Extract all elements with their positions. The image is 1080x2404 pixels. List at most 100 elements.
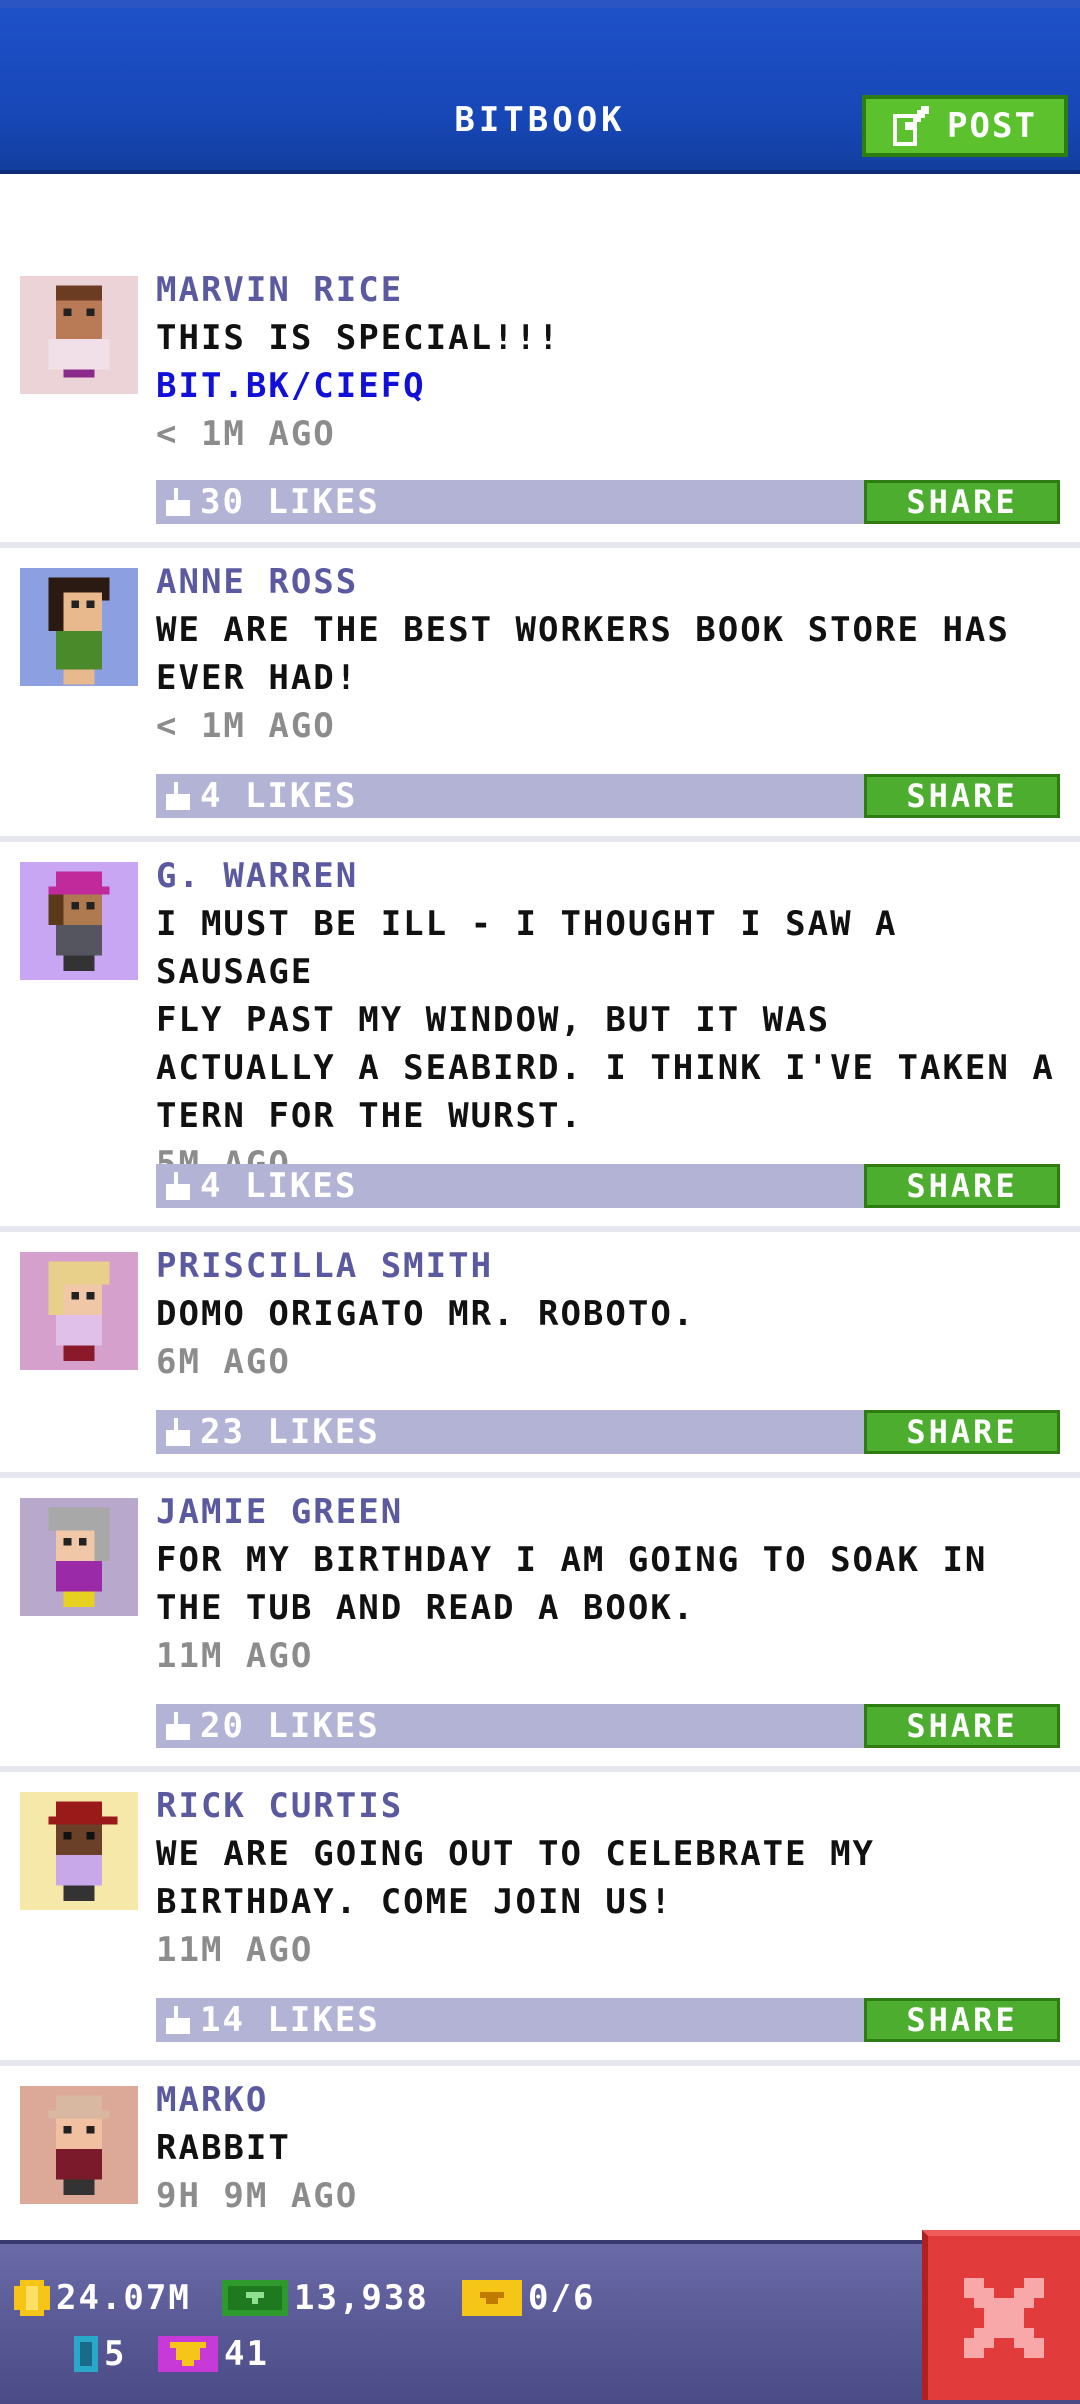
like-bar: 30 LIKES SHARE [156,480,1060,524]
avatar[interactable] [20,1792,138,1910]
like-bar: 14 LIKES SHARE [156,1998,1060,2042]
post-text: ACTUALLY A SEABIRD. I THINK I'VE TAKEN A [156,1048,1055,1088]
like-bar: 20 LIKES SHARE [156,1704,1060,1748]
post-author[interactable]: ANNE ROSS [156,558,1060,606]
post-button-label: POST [947,106,1037,146]
post-text: TERN FOR THE WURST. [156,1096,583,1136]
bitizen-icon [74,2336,98,2372]
resource-bar: 24.07M 13,938 0/6 5 41 [0,2240,1080,2404]
feed-post: MARVIN RICE THIS IS SPECIAL!!! BIT.BK/CI… [0,174,1080,548]
thumbs-up-icon [166,782,190,810]
post-author[interactable]: MARVIN RICE [156,266,1060,314]
post-text: FOR MY BIRTHDAY I AM GOING TO SOAK IN [156,1540,988,1580]
post-link[interactable]: BIT.BK/CIEFQ [156,362,1060,410]
ticket-icon [462,2280,522,2316]
coin-icon [14,2280,50,2316]
bitizen-avatar-icon [48,1507,110,1607]
thumbs-up-icon [166,1172,190,1200]
like-count: 4 LIKES [200,1166,358,1206]
bitizen-avatar-icon [48,1261,110,1361]
post-time: 11M AGO [156,1930,314,1970]
like-count: 23 LIKES [200,1412,380,1452]
bitizen-avatar-icon [48,285,110,378]
thumbs-up-icon [166,2006,190,2034]
post-text: DOMO ORIGATO MR. ROBOTO. [156,1294,696,1334]
like-bar: 4 LIKES SHARE [156,1164,1060,1208]
bux-stat: 13,938 [222,2278,429,2318]
like-count: 30 LIKES [200,482,380,522]
like-button[interactable]: 4 LIKES [166,774,357,818]
like-button[interactable]: 23 LIKES [166,1410,380,1454]
close-button[interactable] [922,2230,1080,2400]
post-author[interactable]: PRISCILLA SMITH [156,1242,1060,1290]
feed-post: PRISCILLA SMITH DOMO ORIGATO MR. ROBOTO.… [0,1232,1080,1478]
bits-value: 5 [104,2334,127,2374]
like-count: 20 LIKES [200,1706,380,1746]
share-button[interactable]: SHARE [864,480,1060,524]
post-text: BIRTHDAY. COME JOIN US! [156,1882,673,1922]
avatar[interactable] [20,862,138,980]
feed-post: RICK CURTIS WE ARE GOING OUT TO CELEBRAT… [0,1772,1080,2066]
share-button[interactable]: SHARE [864,1410,1060,1454]
vip-icon [158,2336,218,2372]
post-time: < 1M AGO [156,414,336,454]
feed-post: JAMIE GREEN FOR MY BIRTHDAY I AM GOING T… [0,1478,1080,1772]
bitizen-avatar-icon [48,1801,118,1901]
feed-post: MARKO RABBIT 9H 9M AGO [0,2066,1080,2266]
vip-value: 41 [224,2334,269,2374]
like-button[interactable]: 4 LIKES [166,1164,357,1208]
bits-stat: 5 [74,2334,126,2374]
post-text: THE TUB AND READ A BOOK. [156,1588,696,1628]
like-count: 4 LIKES [200,776,358,816]
avatar[interactable] [20,1252,138,1370]
like-button[interactable]: 20 LIKES [166,1704,380,1748]
post-text: I MUST BE ILL - I THOUGHT I SAW A SAUSAG… [156,904,898,992]
avatar[interactable] [20,2086,138,2204]
post-author[interactable]: MARKO [156,2076,1060,2124]
post-text: WE ARE GOING OUT TO CELEBRATE MY [156,1834,876,1874]
post-time: 11M AGO [156,1636,314,1676]
post-author[interactable]: G. WARREN [156,852,1060,900]
feed-post: ANNE ROSS WE ARE THE BEST WORKERS BOOK S… [0,548,1080,842]
share-button[interactable]: SHARE [864,1164,1060,1208]
post-edit-icon [893,106,930,146]
bitizen-avatar-icon [48,2095,110,2195]
like-bar: 4 LIKES SHARE [156,774,1060,818]
thumbs-up-icon [166,1418,190,1446]
tickets-value: 0/6 [528,2278,596,2318]
avatar[interactable] [20,1498,138,1616]
share-button[interactable]: SHARE [864,774,1060,818]
app-header: BITBOOK POST [0,0,1080,174]
thumbs-up-icon [166,488,190,516]
like-button[interactable]: 14 LIKES [166,1998,380,2042]
post-text: FLY PAST MY WINDOW, BUT IT WAS [156,1000,831,1040]
post-text: WE ARE THE BEST WORKERS BOOK STORE HAS [156,610,1010,650]
post-button[interactable]: POST [862,95,1068,157]
post-time: 9H 9M AGO [156,2176,359,2216]
post-author[interactable]: JAMIE GREEN [156,1488,1060,1536]
tickets-stat: 0/6 [462,2278,595,2318]
feed-post: G. WARREN I MUST BE ILL - I THOUGHT I SA… [0,842,1080,1232]
avatar[interactable] [20,276,138,394]
share-button[interactable]: SHARE [864,1998,1060,2042]
coins-stat: 24.07M [14,2278,191,2318]
bux-icon [222,2280,288,2316]
like-bar: 23 LIKES SHARE [156,1410,1060,1454]
post-time: < 1M AGO [156,706,336,746]
bitizen-avatar-icon [48,577,110,685]
vip-stat: 41 [158,2334,269,2374]
post-text: EVER HAD! [156,658,359,698]
share-button[interactable]: SHARE [864,1704,1060,1748]
bux-value: 13,938 [294,2278,429,2318]
post-author[interactable]: RICK CURTIS [156,1782,1060,1830]
like-count: 14 LIKES [200,2000,380,2040]
post-text: RABBIT [156,2128,291,2168]
thumbs-up-icon [166,1712,190,1740]
avatar[interactable] [20,568,138,686]
post-text: THIS IS SPECIAL!!! [156,318,561,358]
like-button[interactable]: 30 LIKES [166,480,380,524]
bitizen-avatar-icon [48,871,110,971]
close-icon [964,2278,1044,2358]
bitbook-feed[interactable]: MARVIN RICE THIS IS SPECIAL!!! BIT.BK/CI… [0,174,1080,2266]
coins-value: 24.07M [56,2278,191,2318]
